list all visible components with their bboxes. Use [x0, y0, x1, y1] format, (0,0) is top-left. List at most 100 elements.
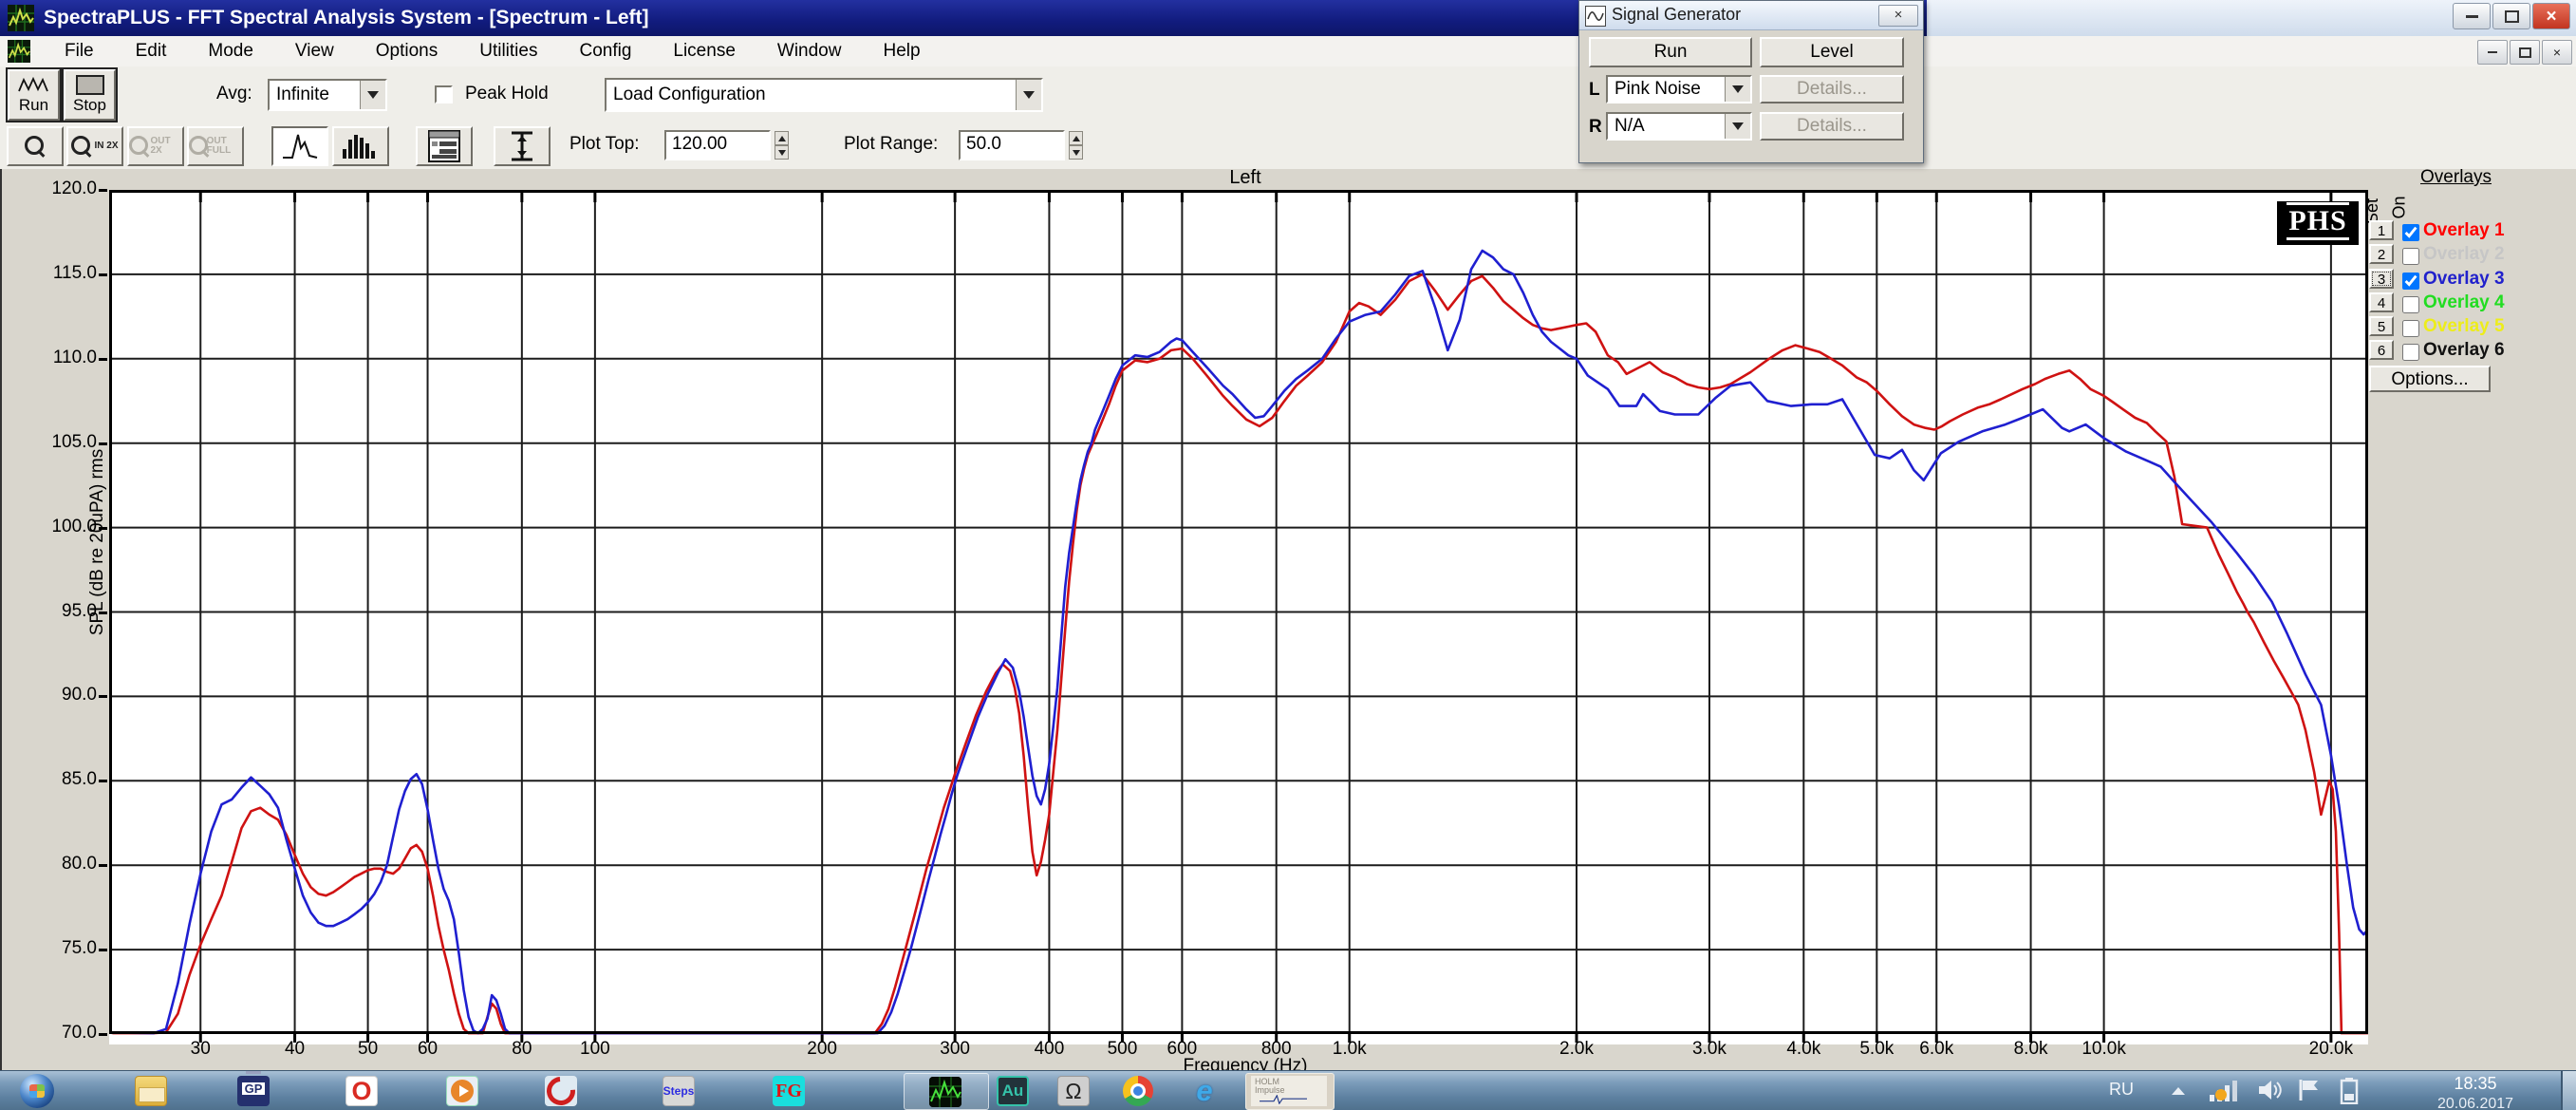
y-tick-label: 105.0	[9, 432, 97, 453]
taskbar-audition-button[interactable]: Au	[995, 1074, 1031, 1108]
overlay-2-checkbox[interactable]	[2402, 248, 2419, 265]
right-signal-arrow[interactable]	[1725, 114, 1750, 139]
x-tick-label: 400	[1011, 1039, 1087, 1060]
tray-expand-icon[interactable]	[2172, 1087, 2185, 1095]
y-tick-mark	[99, 442, 107, 445]
generator-run-button[interactable]: Run	[1589, 37, 1752, 67]
plot-top-spinner[interactable]	[775, 131, 789, 160]
menu-window[interactable]: Window	[756, 36, 863, 66]
overlay-1-checkbox[interactable]	[2402, 224, 2419, 241]
overlay-3-checkbox[interactable]	[2402, 273, 2419, 290]
start-button[interactable]	[19, 1074, 55, 1108]
overlay-1-set-button[interactable]: 1	[2369, 220, 2394, 240]
plot-range-spinner[interactable]	[1069, 131, 1083, 160]
volume-icon[interactable]	[2257, 1078, 2284, 1102]
spectrum-plot[interactable]	[109, 190, 2368, 1044]
x-tick-label: 80	[484, 1039, 560, 1060]
menu-view[interactable]: View	[274, 36, 355, 66]
overlay-6-checkbox[interactable]	[2402, 344, 2419, 361]
marker-button[interactable]	[494, 126, 551, 166]
peak-hold-checkbox[interactable]	[435, 85, 453, 103]
menu-app-icon	[8, 40, 30, 63]
spin-up-icon[interactable]	[775, 131, 789, 145]
peak-hold-label: Peak Hold	[465, 84, 549, 104]
taskbar-omega-button[interactable]: Ω	[1055, 1074, 1092, 1108]
close-button[interactable]: ×	[2532, 3, 2570, 29]
bar-spectrum-button[interactable]	[332, 126, 389, 166]
language-indicator[interactable]: RU	[2109, 1080, 2134, 1100]
mdi-minimize-button[interactable]	[2477, 40, 2508, 65]
overlay-2-set-button[interactable]: 2	[2369, 244, 2394, 264]
load-configuration-arrow[interactable]	[1016, 80, 1041, 110]
taskbar-media-player-button[interactable]	[444, 1074, 480, 1108]
close-icon: ×	[1895, 7, 1903, 23]
taskbar-fg-button[interactable]: FG	[771, 1074, 807, 1108]
right-signal-combo[interactable]: N/A	[1606, 112, 1752, 141]
signal-generator-close-button[interactable]: ×	[1878, 5, 1918, 27]
mdi-restore-button[interactable]	[2510, 40, 2540, 65]
overlay-5-set-button[interactable]: 5	[2369, 316, 2394, 336]
taskbar-chrome-button[interactable]	[1120, 1074, 1156, 1108]
folder-icon	[135, 1076, 167, 1106]
load-configuration-combo[interactable]: Load Configuration	[605, 78, 1043, 112]
overlay-4-set-button[interactable]: 4	[2369, 292, 2394, 312]
taskbar-steps-button[interactable]: Steps	[661, 1074, 697, 1108]
avg-combo[interactable]: Infinite	[268, 79, 387, 111]
menu-license[interactable]: License	[652, 36, 756, 66]
taskbar-gp-button[interactable]: GP	[235, 1074, 271, 1108]
plot-top-input[interactable]: 120.00	[664, 130, 771, 160]
taskbar-refresh-app-button[interactable]	[543, 1074, 579, 1108]
right-channel-label: R	[1589, 117, 1602, 138]
show-desktop-button[interactable]	[2561, 1071, 2576, 1110]
taskbar-clock[interactable]: 18:35 20.06.2017	[2418, 1074, 2532, 1110]
menu-mode[interactable]: Mode	[187, 36, 274, 66]
overlays-options-button[interactable]: Options...	[2369, 366, 2491, 392]
taskbar-ie-button[interactable]: e	[1186, 1074, 1223, 1108]
spin-up-icon[interactable]	[1069, 131, 1083, 145]
action-center-flag-icon[interactable]	[2297, 1078, 2322, 1102]
spin-down-icon[interactable]	[775, 145, 789, 160]
overlay-5-checkbox[interactable]	[2402, 320, 2419, 337]
zoom-out-full-label: OUT FULL	[207, 137, 242, 156]
magnifier-full-icon	[189, 136, 205, 157]
menu-utilities[interactable]: Utilities	[458, 36, 558, 66]
zoom-button[interactable]	[7, 126, 64, 166]
x-tick-label: 4.0k	[1765, 1039, 1841, 1060]
zoom-out-2x-button-disabled: OUT 2X	[127, 126, 184, 166]
spin-down-icon[interactable]	[1069, 145, 1083, 160]
generator-level-button[interactable]: Level	[1760, 37, 1904, 67]
signal-generator-titlebar[interactable]: Signal Generator ×	[1579, 1, 1923, 30]
stop-button[interactable]: Stop	[64, 69, 116, 121]
overlay-3-set-button[interactable]: 3	[2369, 269, 2394, 289]
plot-range-input[interactable]: 50.0	[959, 130, 1065, 160]
x-tick-label: 10.0k	[2066, 1039, 2142, 1060]
menu-options[interactable]: Options	[355, 36, 458, 66]
taskbar-explorer-button[interactable]	[133, 1074, 169, 1108]
menu-file[interactable]: File	[44, 36, 115, 66]
left-signal-combo[interactable]: Pink Noise	[1606, 75, 1752, 103]
run-button[interactable]: Run	[8, 69, 60, 121]
menu-help[interactable]: Help	[862, 36, 941, 66]
left-signal-arrow[interactable]	[1725, 77, 1750, 102]
taskbar-opera-button[interactable]: O	[344, 1074, 380, 1108]
signal-generator-dialog: Signal Generator × Run Level L Pink Nois…	[1578, 0, 1924, 163]
taskbar-holm-active[interactable]: HOLM Impulse	[1245, 1073, 1335, 1110]
avg-combo-arrow[interactable]	[360, 81, 385, 109]
taskbar: GP O Steps FG Au Ω e HOLM I	[0, 1070, 2576, 1110]
minimize-button[interactable]	[2453, 3, 2491, 29]
mdi-close-button[interactable]: ×	[2542, 40, 2572, 65]
clock-date: 20.06.2017	[2418, 1094, 2532, 1110]
line-spectrum-button[interactable]	[271, 126, 328, 166]
spectrum-curve-overlay-3	[109, 251, 2368, 1033]
network-signal-icon[interactable]	[2208, 1078, 2240, 1102]
menu-config[interactable]: Config	[558, 36, 652, 66]
display-settings-button[interactable]	[416, 126, 473, 166]
menu-edit[interactable]: Edit	[115, 36, 188, 66]
taskbar-spectraplus-active[interactable]	[904, 1073, 989, 1110]
overlay-4-checkbox[interactable]	[2402, 296, 2419, 313]
y-tick-mark	[99, 949, 107, 951]
overlay-6-set-button[interactable]: 6	[2369, 340, 2394, 360]
battery-icon[interactable]	[2340, 1078, 2359, 1104]
zoom-in-2x-button[interactable]: IN 2X	[66, 126, 123, 166]
restore-button[interactable]	[2492, 3, 2530, 29]
